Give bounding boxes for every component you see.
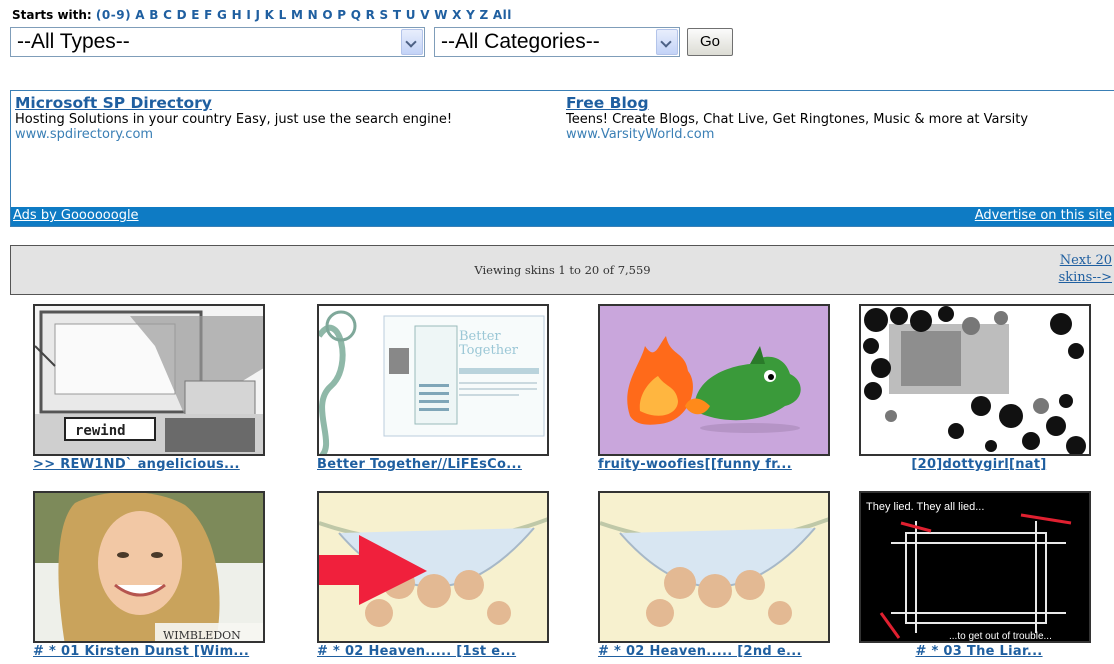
letter-link-v[interactable]: V — [420, 8, 430, 22]
ad-item: Free Blog Teens! Create Blogs, Chat Live… — [566, 95, 1114, 143]
ads-by-google-link[interactable]: Ads by Goooooogle — [13, 208, 139, 223]
ad-title-link[interactable]: Free Blog — [566, 95, 1114, 112]
thumb-top-text: They lied. They all lied... — [866, 501, 984, 513]
letter-link-h[interactable]: H — [232, 8, 243, 22]
letter-link-x[interactable]: X — [452, 8, 462, 22]
skin-title-link[interactable]: # * 01 Kirsten Dunst [Wim... — [33, 644, 273, 659]
ad-url-link[interactable]: www.VarsityWorld.com — [566, 127, 1114, 143]
ads-box: Microsoft SP Directory Hosting Solutions… — [10, 90, 1114, 227]
letter-link-i[interactable]: I — [246, 8, 251, 22]
ad-title-link[interactable]: Microsoft SP Directory — [15, 95, 535, 112]
letter-link-c[interactable]: C — [163, 8, 172, 22]
category-select[interactable]: --All Categories-- — [434, 27, 680, 57]
letter-link-09[interactable]: (0-9) — [96, 8, 131, 22]
letter-link-e[interactable]: E — [191, 8, 200, 22]
letter-link-u[interactable]: U — [406, 8, 416, 22]
blog-layout-thumbnail[interactable]: Better Together — [317, 304, 549, 456]
ad-item: Microsoft SP Directory Hosting Solutions… — [15, 95, 535, 143]
starts-with-label: Starts with: — [12, 8, 92, 22]
chevron-down-icon[interactable] — [656, 29, 678, 55]
ad-text: Hosting Solutions in your country Easy, … — [15, 111, 453, 127]
letter-link-w[interactable]: W — [434, 8, 448, 22]
the-liar-thumbnail[interactable]: They lied. They all lied... ...to get ou… — [859, 491, 1091, 643]
skin-title-link[interactable]: Better Together//LiFEsCo... — [317, 457, 557, 472]
skin-title-link[interactable]: # * 02 Heaven..... [1st e... — [317, 644, 557, 659]
letter-link-o[interactable]: O — [322, 8, 333, 22]
letter-link-t[interactable]: T — [393, 8, 402, 22]
svg-text:Together: Together — [459, 343, 519, 358]
go-button[interactable]: Go — [687, 28, 733, 56]
skin-title-link[interactable]: [20]dottygirl[nat] — [859, 457, 1099, 472]
letter-link-l[interactable]: L — [279, 8, 287, 22]
letter-link-f[interactable]: F — [204, 8, 213, 22]
letter-link-g[interactable]: G — [217, 8, 227, 22]
category-select-value: --All Categories-- — [441, 30, 600, 53]
type-select[interactable]: --All Types-- — [10, 27, 425, 57]
dotty-circles-thumbnail[interactable] — [859, 304, 1091, 456]
ad-footer-bar: Ads by Goooooogle Advertise on this site — [11, 207, 1114, 226]
heaven-hammock-thumbnail[interactable] — [598, 491, 830, 643]
thumb-bottom-text: ...to get out of trouble... — [949, 631, 1052, 642]
letter-link-a[interactable]: A — [135, 8, 145, 22]
ad-url-link[interactable]: www.spdirectory.com — [15, 127, 535, 143]
thumb-wimbledon-text: WIMBLEDON — [163, 629, 241, 642]
letter-link-y[interactable]: Y — [466, 8, 475, 22]
letter-link-k[interactable]: K — [265, 8, 275, 22]
type-select-value: --All Types-- — [17, 30, 130, 53]
next-page-link[interactable]: Next 20 skins--> — [1059, 252, 1112, 286]
skin-title-link[interactable]: # * 03 The Liar... — [859, 644, 1099, 659]
letter-link-n[interactable]: N — [308, 8, 319, 22]
letter-link-b[interactable]: B — [149, 8, 159, 22]
starts-with-filter: Starts with: (0-9) A B C D E F G H I J K… — [12, 8, 512, 22]
kirsten-dunst-thumbnail[interactable]: WIMBLEDON — [33, 491, 265, 643]
fruit-creatures-thumbnail[interactable] — [598, 304, 830, 456]
skin-title-link[interactable]: >> REW1ND` angelicious... — [33, 457, 273, 472]
letter-link-m[interactable]: M — [291, 8, 303, 22]
rewind-collage-thumbnail[interactable]: rewind — [33, 304, 265, 456]
svg-text:Better: Better — [459, 329, 501, 344]
letter-link-s[interactable]: S — [380, 8, 389, 22]
letter-link-z[interactable]: Z — [479, 8, 488, 22]
letter-link-p[interactable]: P — [337, 8, 346, 22]
skin-title-link[interactable]: # * 02 Heaven..... [2nd e... — [598, 644, 838, 659]
viewing-count: Viewing skins 1 to 20 of 7,559 — [474, 263, 651, 277]
next-link-line2: skins--> — [1058, 270, 1112, 285]
paging-bar: Viewing skins 1 to 20 of 7,559 Next 20 s… — [10, 245, 1114, 295]
skin-title-link[interactable]: fruity-woofies[[funny fr... — [598, 457, 838, 472]
letter-link-all[interactable]: All — [493, 8, 512, 22]
svg-text:rewind: rewind — [75, 423, 126, 439]
letter-link-d[interactable]: D — [177, 8, 187, 22]
next-link-line1: Next 20 — [1059, 253, 1112, 268]
advertise-link[interactable]: Advertise on this site — [975, 208, 1112, 223]
ad-text: Teens! Create Blogs, Chat Live, Get Ring… — [566, 111, 1029, 127]
letter-link-r[interactable]: R — [366, 8, 376, 22]
heaven-hammock-arrow-thumbnail[interactable] — [317, 491, 549, 643]
chevron-down-icon[interactable] — [401, 29, 423, 55]
letter-link-j[interactable]: J — [255, 8, 260, 22]
letter-link-q[interactable]: Q — [351, 8, 362, 22]
letter-links: (0-9) A B C D E F G H I J K L M N O P Q … — [96, 8, 512, 22]
